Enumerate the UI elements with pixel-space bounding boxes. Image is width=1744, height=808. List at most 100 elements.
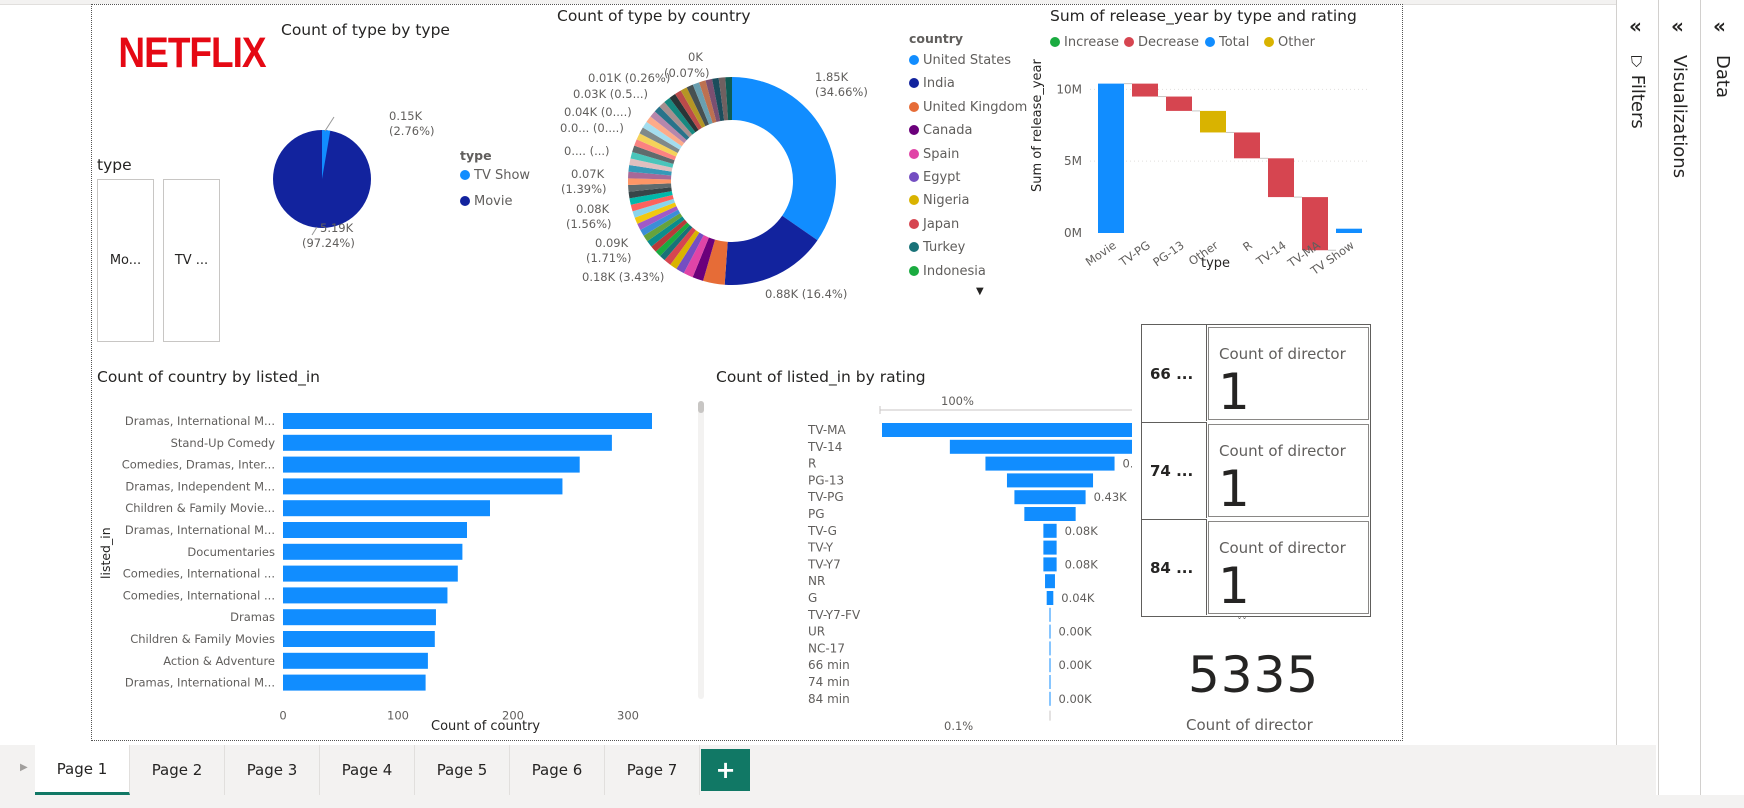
tab-page-5[interactable]: Page 5 (415, 745, 510, 795)
tab-page-4[interactable]: Page 4 (320, 745, 415, 795)
donut-legend-item[interactable]: United Kingdom (909, 100, 1027, 115)
donut-legend-item[interactable]: Spain (909, 147, 959, 162)
type-slicer-item-tvshow[interactable]: TV ... (163, 179, 220, 342)
funnel-bar[interactable] (1043, 540, 1057, 555)
waterfall-x-tick: R (1240, 238, 1255, 254)
legend-scroll-down-icon[interactable]: ▼ (976, 286, 984, 297)
bar-scrollbar[interactable] (698, 401, 704, 699)
bar-listed-bar[interactable] (283, 609, 436, 626)
bar-listed-bar[interactable] (283, 674, 426, 691)
funnel-bar[interactable] (1049, 641, 1051, 656)
donut-chart[interactable] (622, 71, 842, 291)
bar-listed-bar[interactable] (283, 543, 463, 560)
waterfall-x-tick: TV-PG (1116, 238, 1153, 270)
legend-dot (909, 148, 919, 159)
pie-legend-tvshow[interactable]: TV Show (460, 168, 530, 183)
netflix-logo: NETFLIX (118, 27, 266, 79)
bar-listed-bar[interactable] (283, 478, 563, 495)
bar-listed-chart[interactable]: Dramas, International M... Stand-Up Comed… (92, 400, 652, 720)
funnel-bar[interactable] (1045, 574, 1055, 589)
bar-category-label: Documentaries (187, 545, 275, 559)
legend-label: TV Show (474, 168, 531, 183)
filters-label-text: Filters (1627, 74, 1648, 129)
report-canvas: NETFLIX type Mo... TV ... Count of type … (91, 4, 1403, 741)
waterfall-legend-item[interactable]: Total (1205, 35, 1249, 50)
waterfall-bar[interactable] (1336, 228, 1362, 233)
kpi-label: Count of director (1186, 716, 1313, 734)
waterfall-x-tick: TV-14 (1253, 238, 1289, 269)
tab-page-6[interactable]: Page 6 (510, 745, 605, 795)
bar-listed-bar[interactable] (283, 413, 652, 429)
funnel-category-label: TV-Y7-FV (807, 608, 861, 622)
funnel-bar[interactable] (1046, 591, 1054, 605)
funnel-bar[interactable] (1024, 507, 1076, 521)
donut-legend-item[interactable]: Turkey (909, 240, 965, 255)
waterfall-bar[interactable] (1200, 110, 1226, 133)
visualizations-pane[interactable]: « Visualizations (1658, 0, 1701, 808)
funnel-chart[interactable]: TV-MATV-141.21KR0.78KPG-13TV-PG0.43KPGTV… (712, 400, 1132, 730)
legend-label: Egypt (923, 170, 961, 185)
funnel-bar[interactable] (1049, 624, 1051, 639)
waterfall-legend-item[interactable]: Decrease (1124, 35, 1199, 50)
donut-legend-item[interactable]: India (909, 76, 955, 91)
bar-listed-bar[interactable] (283, 587, 448, 604)
collapse-data-chevron-icon[interactable]: « (1713, 14, 1726, 38)
funnel-bar[interactable] (1043, 523, 1057, 538)
funnel-bar[interactable] (1049, 691, 1051, 706)
visual-resize-handle-icon[interactable]: ˇˇ (1237, 617, 1247, 628)
waterfall-y-tick: 10M (1056, 82, 1082, 96)
legend-label: Decrease (1138, 35, 1199, 50)
collapse-filters-chevron-icon[interactable]: « (1629, 14, 1642, 38)
tab-scroll-left-icon[interactable]: ▶ (20, 762, 28, 773)
donut-legend-item[interactable]: Japan (909, 217, 959, 232)
bar-listed-bar[interactable] (283, 565, 458, 582)
funnel-bar[interactable] (1006, 473, 1094, 488)
funnel-bar[interactable] (1049, 607, 1051, 622)
tab-page-7[interactable]: Page 7 (605, 745, 700, 795)
bar-listed-bar[interactable] (283, 434, 612, 451)
collapse-visualizations-chevron-icon[interactable]: « (1671, 14, 1684, 38)
donut-legend-item[interactable]: Indonesia (909, 264, 986, 279)
funnel-bar[interactable] (1049, 675, 1051, 689)
waterfall-bar[interactable] (1268, 158, 1294, 198)
card-row-header: 84 ... (1150, 559, 1194, 577)
filters-pane[interactable]: « ⛉ Filters (1616, 0, 1659, 808)
bar-listed-bar[interactable] (283, 522, 467, 538)
bar-listed-bar[interactable] (283, 652, 428, 669)
waterfall-legend-item[interactable]: Other (1264, 35, 1315, 50)
status-bar (0, 795, 1744, 808)
waterfall-bar[interactable] (1234, 132, 1260, 159)
bar-listed-bar[interactable] (283, 631, 435, 647)
waterfall-bar[interactable] (1166, 96, 1192, 111)
bar-category-label: Comedies, International ... (123, 567, 275, 581)
bar-listed-bar[interactable] (283, 500, 490, 517)
donut-legend-item[interactable]: Egypt (909, 170, 961, 185)
type-slicer-item-movie[interactable]: Mo... (97, 179, 154, 342)
tab-page-2[interactable]: Page 2 (130, 745, 225, 795)
donut-legend-item[interactable]: Canada (909, 123, 972, 138)
waterfall-legend-item[interactable]: Increase (1050, 35, 1119, 50)
data-pane[interactable]: « Data (1700, 0, 1744, 808)
tab-page-1[interactable]: Page 1 (35, 745, 130, 795)
donut-slice-united-states[interactable] (732, 77, 836, 241)
legend-dot (1124, 37, 1134, 47)
bar-listed-bar[interactable] (283, 456, 580, 473)
donut-legend-item[interactable]: United States (909, 53, 1011, 68)
funnel-bar[interactable] (882, 423, 1132, 437)
add-page-button[interactable]: + (701, 749, 750, 791)
funnel-bar[interactable] (1014, 490, 1086, 505)
bar-category-label: Dramas, International M... (125, 414, 275, 428)
funnel-bar[interactable] (1049, 658, 1051, 673)
tab-page-3[interactable]: Page 3 (225, 745, 320, 795)
funnel-bar[interactable] (985, 456, 1115, 471)
funnel-bar[interactable] (949, 439, 1132, 454)
funnel-bar[interactable] (1043, 557, 1057, 572)
pie-legend-movie[interactable]: Movie (460, 194, 512, 209)
bar-listed-y-label: listed_in (98, 527, 113, 579)
donut-legend-item[interactable]: Nigeria (909, 193, 970, 208)
donut-label-spain-pct: (1.56%) (566, 217, 612, 231)
bar-scrollbar-thumb[interactable] (698, 401, 704, 413)
legend-dot (460, 196, 470, 206)
waterfall-bar[interactable] (1132, 83, 1158, 97)
waterfall-bar[interactable] (1098, 83, 1124, 233)
